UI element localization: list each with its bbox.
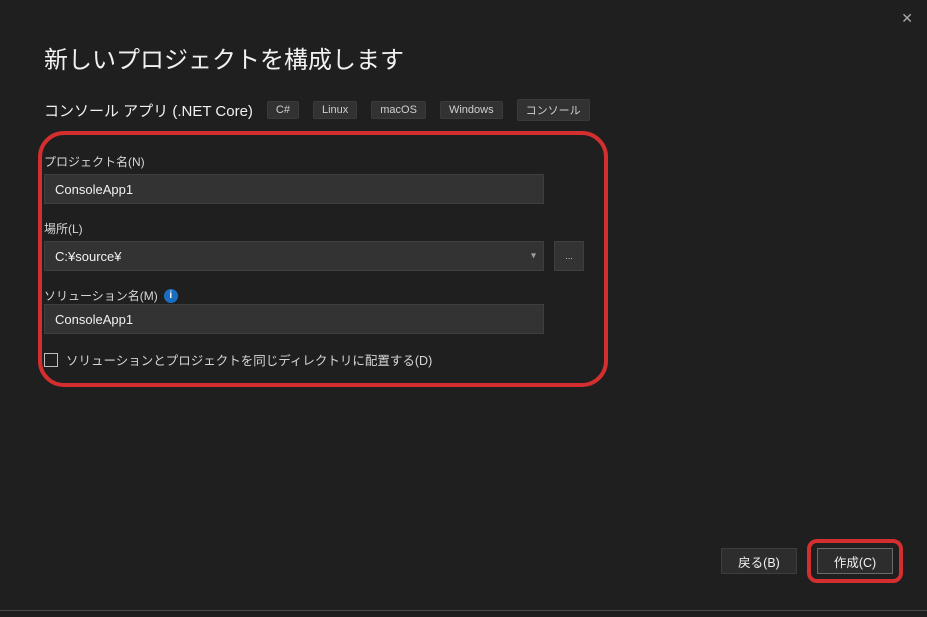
close-icon[interactable]: ✕ — [901, 10, 913, 27]
template-row: コンソール アプリ (.NET Core) C# Linux macOS Win… — [44, 99, 883, 121]
browse-button[interactable]: ... — [554, 241, 584, 271]
tag-windows: Windows — [440, 101, 503, 119]
project-name-input[interactable] — [44, 174, 544, 204]
page-title: 新しいプロジェクトを構成します — [44, 40, 883, 75]
tag-macos: macOS — [371, 101, 426, 119]
solution-name-label: ソリューション名(M) — [44, 287, 158, 304]
same-directory-checkbox[interactable] — [44, 353, 58, 367]
create-button-highlight: 作成(C) — [807, 539, 903, 583]
tag-console: コンソール — [517, 99, 590, 121]
configuration-highlight-region: プロジェクト名(N) 場所(L) ▾ ... ソリューション名(M) i ソリュ… — [38, 131, 608, 387]
tag-linux: Linux — [313, 101, 357, 119]
solution-name-input[interactable] — [44, 304, 544, 334]
project-name-label: プロジェクト名(N) — [44, 153, 588, 170]
location-input[interactable] — [44, 241, 544, 271]
tag-csharp: C# — [267, 101, 299, 119]
back-button[interactable]: 戻る(B) — [721, 548, 797, 574]
location-combo[interactable]: ▾ — [44, 241, 544, 271]
bottom-divider — [0, 610, 927, 611]
template-name: コンソール アプリ (.NET Core) — [44, 100, 253, 121]
location-label: 場所(L) — [44, 220, 588, 237]
same-directory-label: ソリューションとプロジェクトを同じディレクトリに配置する(D) — [66, 350, 432, 369]
info-icon[interactable]: i — [164, 289, 178, 303]
create-button[interactable]: 作成(C) — [817, 548, 893, 574]
